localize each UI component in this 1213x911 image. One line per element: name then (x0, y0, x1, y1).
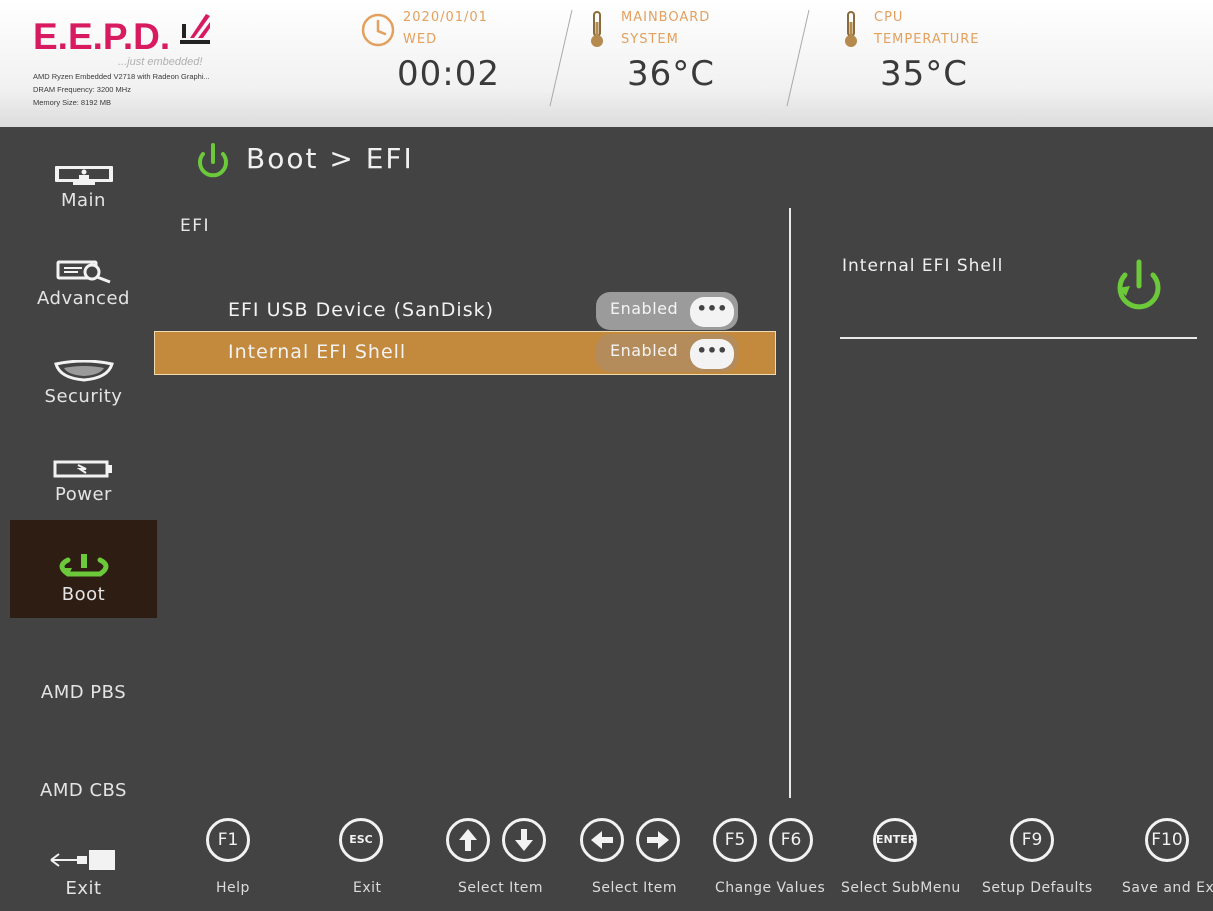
memory-info: Memory Size: 8192 MB (33, 98, 111, 107)
setting-label: Internal EFI Shell (228, 341, 407, 363)
page-title: Boot > EFI (246, 142, 414, 175)
setting-value-toggle[interactable]: Enabled ••• (596, 334, 738, 372)
enter-key: ENTER (873, 818, 917, 862)
power-icon (59, 554, 108, 577)
sidebar-item-main[interactable]: Main (10, 152, 157, 250)
mainboard-sublabel: SYSTEM (621, 32, 679, 47)
sidebar-item-label: Power (55, 484, 112, 505)
key-label: Select Item (458, 880, 544, 896)
section-label: EFI (180, 216, 211, 236)
shield-icon (53, 360, 114, 382)
esc-key: ESC (339, 818, 383, 862)
monitor-icon (54, 166, 113, 185)
cpu-temp: 35°C (880, 54, 969, 94)
battery-icon (53, 460, 112, 478)
panel-divider (789, 208, 791, 798)
right-arrow-icon (636, 818, 680, 862)
thermometer-icon (845, 11, 857, 47)
divider-slash-icon (786, 9, 810, 107)
sidebar-item-amd-pbs[interactable]: AMD PBS (10, 642, 157, 740)
key-label: Save and Ex (1122, 880, 1213, 896)
setting-row-internal-efi-shell[interactable]: Internal EFI Shell Enabled ••• (154, 331, 776, 375)
key-label: Select SubMenu (841, 880, 961, 896)
setting-value-toggle[interactable]: Enabled ••• (596, 292, 738, 330)
divider-slash-icon (549, 9, 573, 107)
cpu-info: AMD Ryzen Embedded V2718 with Radeon Gra… (33, 72, 210, 81)
power-icon (198, 143, 228, 178)
key-label: Change Values (715, 880, 826, 896)
sidebar-item-label: AMD CBS (40, 780, 127, 801)
sidebar-item-label: Advanced (37, 288, 130, 309)
cpu-sublabel: TEMPERATURE (874, 32, 980, 47)
mainboard-label: MAINBOARD (621, 10, 711, 25)
sidebar-item-label: Exit (65, 878, 102, 899)
mainboard-temp: 36°C (627, 54, 716, 94)
setting-row-efi-usb-device[interactable]: EFI USB Device (SanDisk) Enabled ••• (155, 290, 775, 332)
sidebar-item-exit[interactable]: Exit (10, 812, 157, 910)
setting-value: Enabled (610, 341, 679, 360)
sidebar-item-advanced[interactable]: Advanced (10, 250, 157, 348)
down-arrow-icon (502, 818, 546, 862)
up-arrow-icon (446, 818, 490, 862)
setting-value: Enabled (610, 299, 679, 318)
cpu-label: CPU (874, 10, 904, 25)
clock-icon (361, 13, 395, 47)
sidebar-item-boot[interactable]: Boot (10, 520, 157, 618)
thermometer-icon (591, 11, 603, 47)
help-title: Internal EFI Shell (842, 256, 1004, 276)
power-icon (1117, 259, 1161, 310)
exit-plug-icon (49, 850, 115, 870)
setting-label: EFI USB Device (SanDisk) (228, 299, 495, 321)
logo: E.E.P.D. (33, 16, 171, 57)
key-label: Select Item (592, 880, 678, 896)
sidebar-item-security[interactable]: Security (10, 348, 157, 446)
weekday-text: WED (403, 32, 438, 47)
f5-key: F5 (713, 818, 757, 862)
more-options-button[interactable]: ••• (690, 339, 734, 369)
logo-mark-icon (180, 14, 210, 44)
header-bar: E.E.P.D. ...just embedded! AMD Ryzen Emb… (0, 0, 1213, 127)
sidebar-item-label: Boot (61, 584, 106, 605)
date-text: 2020/01/01 (403, 10, 488, 25)
sidebar-item-label: Main (61, 190, 106, 211)
key-label: Setup Defaults (982, 880, 1093, 896)
f10-key: F10 (1145, 818, 1189, 862)
sidebar-item-label: Security (44, 386, 123, 407)
key-label: Exit (353, 880, 382, 896)
key-label: Help (216, 880, 250, 896)
f6-key: F6 (769, 818, 813, 862)
left-arrow-icon (580, 818, 624, 862)
f1-key: F1 (206, 818, 250, 862)
f9-key: F9 (1010, 818, 1054, 862)
advanced-search-icon (56, 260, 111, 284)
help-divider (840, 337, 1197, 339)
tagline: ...just embedded! (118, 56, 203, 68)
sidebar-item-label: AMD PBS (40, 682, 127, 703)
time-text: 00:02 (397, 54, 500, 94)
dram-info: DRAM Frequency: 3200 MHz (33, 85, 131, 94)
more-options-button[interactable]: ••• (690, 297, 734, 327)
